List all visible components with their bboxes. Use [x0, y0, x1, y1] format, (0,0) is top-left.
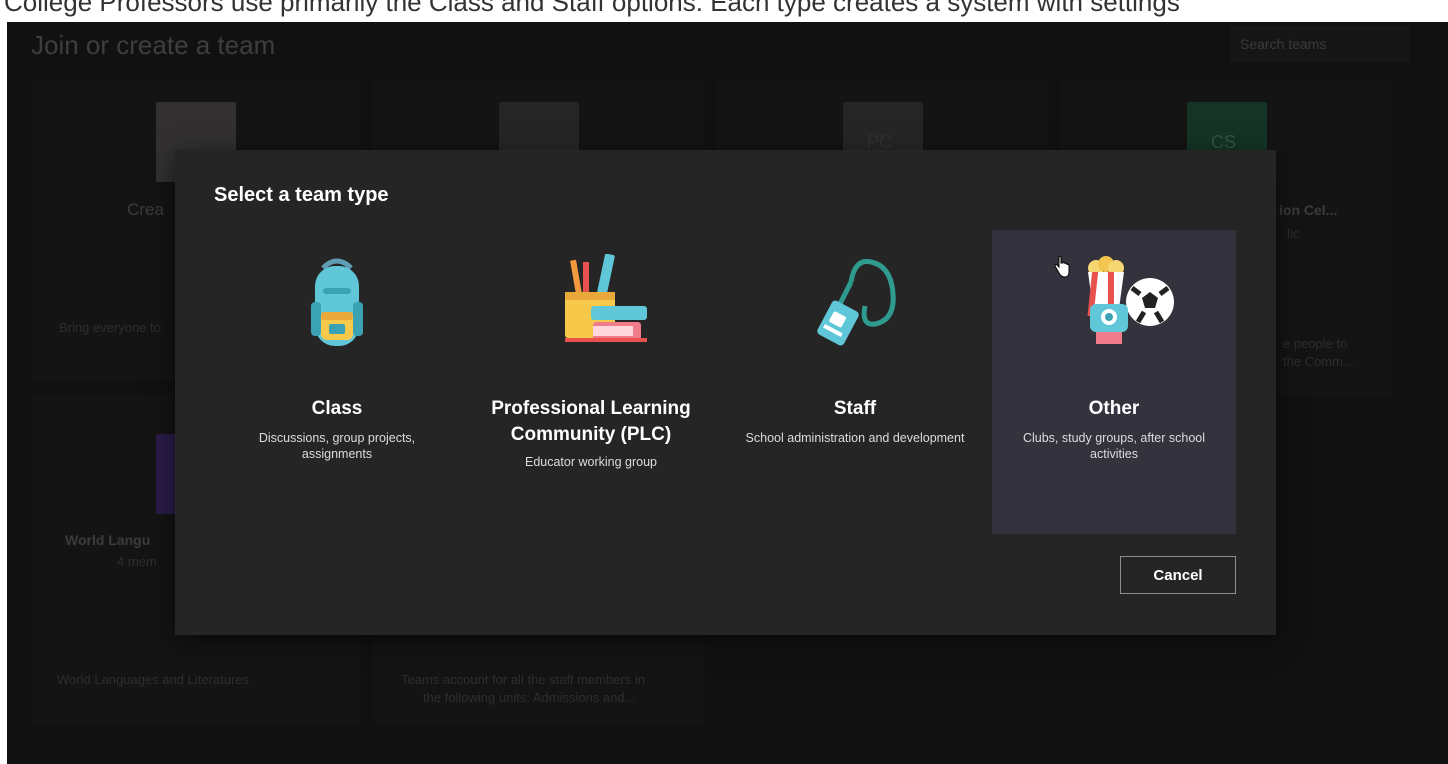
hand-cursor-icon [1054, 256, 1070, 278]
team-type-name: Class [311, 398, 363, 419]
team-type-name: Staff [833, 398, 877, 419]
team-type-name: Professional Learning Community (PLC) [491, 398, 691, 445]
dialog-title: Select a team type [214, 184, 389, 206]
team-type-description: School administration and development [745, 431, 965, 445]
caption-text: College Professors use primarily the Cla… [4, 0, 1180, 17]
lanyard-badge-icon [817, 258, 896, 346]
team-type-staff[interactable]: Staff School administration and developm… [733, 230, 977, 534]
team-type-class[interactable]: Class Discussions, group projects, assig… [215, 230, 459, 534]
team-type-description: Discussions, group projects, assignments [258, 431, 416, 461]
team-type-plc[interactable]: Professional Learning Community (PLC) Ed… [469, 230, 713, 534]
popcorn-soccer-camera-icon [1087, 256, 1174, 344]
team-type-description: Educator working group [524, 455, 658, 469]
team-type-name: Other [1088, 398, 1140, 419]
teams-app: Join or create a team Search teams Crea … [7, 22, 1448, 764]
team-type-description: Clubs, study groups, after school activi… [1022, 431, 1206, 461]
backpack-icon [311, 258, 363, 346]
select-team-type-dialog: Select a team type Class Discussions, gr… [175, 150, 1276, 635]
team-type-other[interactable]: Other Clubs, study groups, after school … [992, 230, 1236, 534]
caption-strip: College Professors use primarily the Cla… [0, 0, 1448, 22]
cancel-button[interactable]: Cancel [1120, 556, 1236, 594]
books-pencils-icon [565, 254, 647, 342]
